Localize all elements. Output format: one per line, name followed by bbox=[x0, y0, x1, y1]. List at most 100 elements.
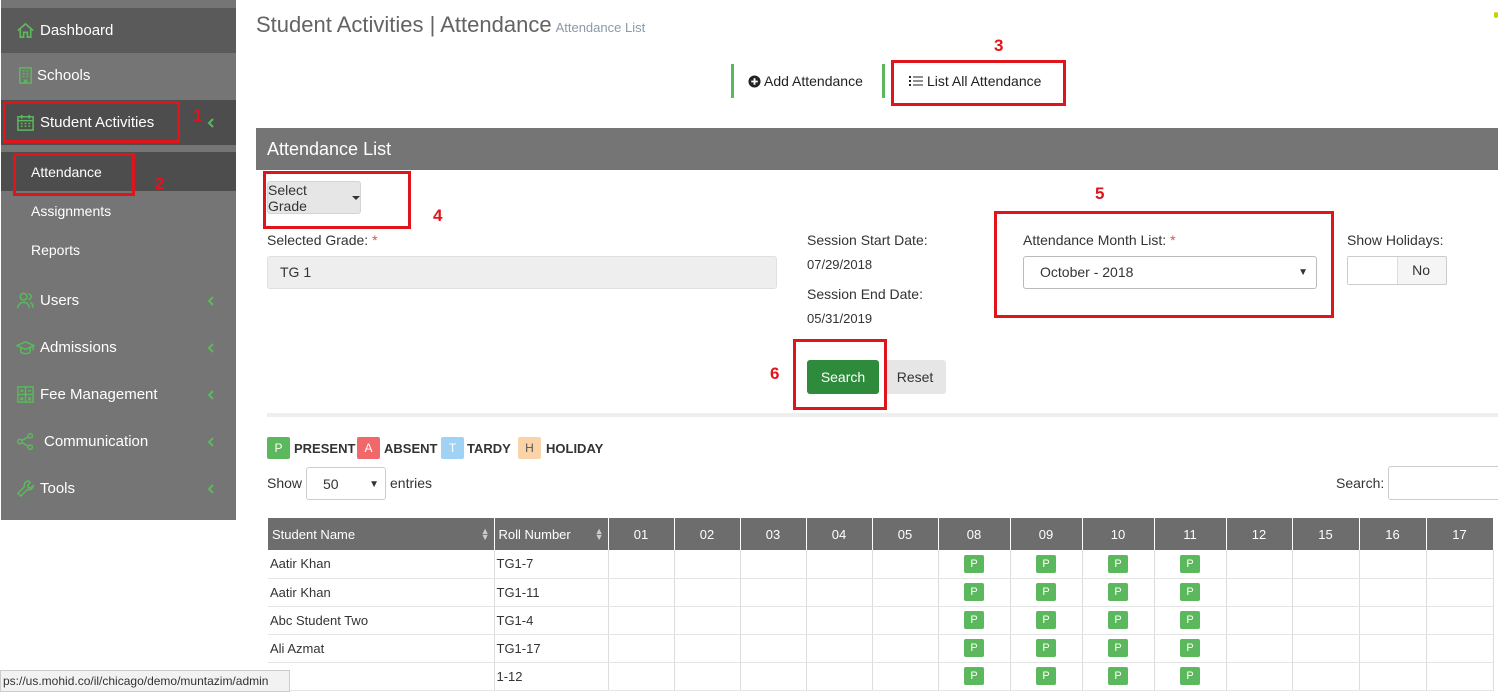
home-icon bbox=[15, 21, 35, 41]
sidebar-item-fee-management[interactable]: Fee Management bbox=[1, 372, 236, 417]
attendance-cell bbox=[872, 550, 939, 579]
table-header-cell: 17 bbox=[1426, 518, 1494, 550]
reset-button[interactable]: Reset bbox=[884, 360, 946, 394]
legend-tardy-badge: T bbox=[441, 437, 464, 459]
roll-number-cell: TG1-4 bbox=[494, 606, 609, 635]
sidebar-subitem-label: Reports bbox=[31, 241, 81, 258]
table-header-cell: 03 bbox=[740, 518, 807, 550]
page-subtitle: Attendance List bbox=[555, 20, 646, 35]
toggle-state: No bbox=[1412, 262, 1430, 278]
building-icon bbox=[15, 66, 35, 86]
page-title: Student Activities | Attendance Attendanc… bbox=[256, 12, 645, 38]
attendance-cell bbox=[1359, 634, 1427, 663]
attendance-cell: P bbox=[938, 634, 1011, 663]
attendance-cell: P bbox=[1154, 578, 1227, 607]
sidebar-subitem-assignments[interactable]: Assignments bbox=[1, 191, 236, 230]
attendance-cell: P bbox=[938, 550, 1011, 579]
sidebar-item-communication[interactable]: Communication bbox=[1, 419, 236, 464]
page-title-text: Student Activities | Attendance bbox=[256, 12, 552, 37]
attendance-cell bbox=[674, 634, 741, 663]
dropdown-arrow-icon: ▼ bbox=[369, 479, 379, 490]
attendance-cell bbox=[1292, 634, 1360, 663]
show-holidays-toggle[interactable]: No bbox=[1347, 256, 1447, 285]
present-badge: P bbox=[1036, 611, 1056, 629]
sidebar-subitem-reports[interactable]: Reports bbox=[1, 230, 236, 269]
attendance-cell bbox=[1359, 550, 1427, 579]
sort-icon[interactable]: ▲ ▼ bbox=[481, 527, 490, 542]
present-badge: P bbox=[1108, 611, 1128, 629]
annotation-number-4: 4 bbox=[433, 206, 443, 225]
annotation-box-3 bbox=[891, 60, 1066, 106]
users-icon bbox=[15, 291, 35, 311]
attendance-cell bbox=[1292, 662, 1360, 691]
present-badge: P bbox=[964, 667, 984, 685]
sidebar-item-tools[interactable]: Tools bbox=[1, 466, 236, 511]
annotation-number-1: 1 bbox=[193, 106, 203, 125]
present-badge: P bbox=[1180, 611, 1200, 629]
student-name-cell: Ali Azmat bbox=[268, 634, 495, 663]
sidebar: Dashboard Schools Student Activities Att… bbox=[1, 0, 236, 520]
sidebar-item-schools[interactable]: Schools bbox=[1, 53, 236, 98]
attendance-cell bbox=[674, 550, 741, 579]
present-badge: P bbox=[1036, 554, 1056, 573]
search-label: Search: bbox=[1336, 475, 1385, 491]
selected-grade-label: Selected Grade: * bbox=[267, 232, 378, 248]
status-bar-url: ps://us.mohid.co/il/chicago/demo/muntazi… bbox=[0, 670, 290, 692]
attendance-cell bbox=[806, 662, 873, 691]
sidebar-item-dashboard[interactable]: Dashboard bbox=[1, 8, 236, 53]
student-name-cell: Abc Student Two bbox=[268, 606, 495, 635]
chevron-left-icon bbox=[207, 483, 214, 494]
attendance-cell bbox=[740, 662, 807, 691]
attendance-cell bbox=[1359, 606, 1427, 635]
legend-absent-badge: A bbox=[357, 437, 380, 459]
sidebar-item-users[interactable]: Users bbox=[1, 278, 236, 323]
attendance-cell bbox=[740, 550, 807, 579]
status-dot bbox=[1494, 12, 1498, 18]
toggle-knob bbox=[1348, 257, 1398, 284]
attendance-cell: P bbox=[938, 606, 1011, 635]
attendance-cell: P bbox=[938, 578, 1011, 607]
table-header-cell: 16 bbox=[1359, 518, 1427, 550]
present-badge: P bbox=[1108, 667, 1128, 685]
present-badge: P bbox=[1180, 554, 1200, 573]
attendance-cell: P bbox=[1082, 550, 1155, 579]
sidebar-item-admissions[interactable]: Admissions bbox=[1, 325, 236, 370]
sort-icon[interactable]: ▲ ▼ bbox=[595, 527, 604, 542]
table-header-row: Student Name ▲ ▼ Roll Number ▲ ▼ 01 02 03 04 05 08 0… bbox=[268, 518, 1494, 550]
attendance-table: Student Name ▲ ▼ Roll Number ▲ ▼ 01 02 03 04 05 08 0… bbox=[268, 518, 1494, 691]
present-badge: P bbox=[1108, 583, 1128, 601]
attendance-cell bbox=[1426, 578, 1494, 607]
attendance-cell bbox=[674, 606, 741, 635]
entries-label: entries bbox=[390, 475, 433, 491]
search-input[interactable] bbox=[1388, 466, 1498, 500]
attendance-cell bbox=[1292, 606, 1360, 635]
present-badge: P bbox=[1036, 667, 1056, 685]
add-attendance-label: Add Attendance bbox=[764, 73, 863, 89]
required-mark: * bbox=[372, 232, 378, 248]
attendance-cell bbox=[872, 634, 939, 663]
table-header-cell[interactable]: Roll Number ▲ ▼ bbox=[494, 518, 609, 550]
attendance-cell bbox=[608, 550, 675, 579]
table-row: Ali Azmat TG1-17 P P P P bbox=[268, 634, 1494, 663]
entries-select[interactable]: 50 ▼ bbox=[306, 467, 386, 500]
table-header-cell: 09 bbox=[1010, 518, 1083, 550]
table-header-cell[interactable]: Student Name ▲ ▼ bbox=[268, 518, 495, 550]
roll-number-cell: TG1-7 bbox=[494, 550, 609, 579]
student-name-cell bbox=[268, 662, 495, 691]
sidebar-item-label: Schools bbox=[37, 67, 91, 84]
annotation-number-5: 5 bbox=[1095, 184, 1105, 203]
calculator-icon bbox=[15, 385, 35, 405]
table-header-cell: 12 bbox=[1226, 518, 1293, 550]
present-badge: P bbox=[1036, 583, 1056, 601]
legend-tardy-label: TARDY bbox=[467, 441, 511, 456]
present-badge: P bbox=[1036, 639, 1056, 657]
attendance-cell: P bbox=[1010, 550, 1083, 579]
column-label: Student Name bbox=[272, 526, 356, 542]
student-name-cell: Aatir Khan bbox=[268, 550, 495, 579]
selected-grade-field: TG 1 bbox=[267, 256, 777, 289]
attendance-cell: P bbox=[1082, 634, 1155, 663]
add-attendance-button[interactable]: Add Attendance bbox=[731, 64, 877, 98]
attendance-cell bbox=[1292, 578, 1360, 607]
attendance-cell bbox=[674, 662, 741, 691]
session-start-label: Session Start Date: bbox=[807, 232, 928, 248]
